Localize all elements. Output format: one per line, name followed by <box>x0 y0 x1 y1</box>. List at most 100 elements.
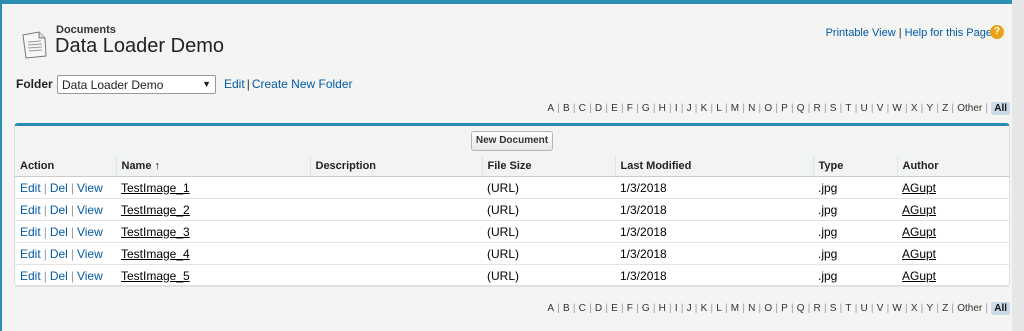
alphabet-filter-j[interactable]: J <box>687 103 692 114</box>
alphabet-filter-g[interactable]: G <box>642 103 650 114</box>
printable-view-link[interactable]: Printable View <box>826 27 896 39</box>
document-name-link[interactable]: TestImage_5 <box>121 269 190 283</box>
alphabet-filter-x[interactable]: X <box>911 303 918 314</box>
alphabet-filter-g[interactable]: G <box>642 303 650 314</box>
alphabet-filter-p[interactable]: P <box>781 303 788 314</box>
alphabet-filter-y[interactable]: Y <box>926 103 933 114</box>
alphabet-filter-o[interactable]: O <box>764 103 772 114</box>
alphabet-filter-r[interactable]: R <box>814 303 821 314</box>
view-link[interactable]: View <box>77 269 103 283</box>
author-link[interactable]: AGupt <box>902 203 936 217</box>
document-name-link[interactable]: TestImage_2 <box>121 203 190 217</box>
alphabet-filter-m[interactable]: M <box>731 103 739 114</box>
alphabet-filter-y[interactable]: Y <box>926 303 933 314</box>
alphabet-filter-w[interactable]: W <box>892 103 901 114</box>
alphabet-filter-a[interactable]: A <box>547 103 554 114</box>
column-header-name[interactable]: Name ↑ <box>116 156 311 177</box>
alphabet-filter-x[interactable]: X <box>911 103 918 114</box>
alphabet-filter-t[interactable]: T <box>845 103 851 114</box>
alphabet-filter-s[interactable]: S <box>830 103 837 114</box>
document-name-link[interactable]: TestImage_3 <box>121 225 190 239</box>
column-header-description[interactable]: Description <box>310 156 483 177</box>
author-link[interactable]: AGupt <box>902 269 936 283</box>
letter-separator: | <box>680 103 684 114</box>
delete-link[interactable]: Del <box>50 269 68 283</box>
alphabet-filter-l[interactable]: L <box>716 303 722 314</box>
view-link[interactable]: View <box>77 225 103 239</box>
edit-link[interactable]: Edit <box>20 247 41 261</box>
document-name-link[interactable]: TestImage_1 <box>121 181 190 195</box>
alphabet-filter-u[interactable]: U <box>861 103 868 114</box>
alphabet-filter-v[interactable]: V <box>877 303 884 314</box>
create-folder-link[interactable]: Create New Folder <box>252 77 353 91</box>
alphabet-filter-q[interactable]: Q <box>797 103 805 114</box>
delete-link[interactable]: Del <box>50 247 68 261</box>
alphabet-filter-all[interactable]: All <box>991 302 1010 315</box>
alphabet-filter-o[interactable]: O <box>764 303 772 314</box>
alphabet-filter-c[interactable]: C <box>579 303 586 314</box>
edit-folder-link[interactable]: Edit <box>224 77 245 91</box>
view-link[interactable]: View <box>77 203 103 217</box>
delete-link[interactable]: Del <box>50 225 68 239</box>
alphabet-filter-k[interactable]: K <box>701 303 708 314</box>
alphabet-filter-v[interactable]: V <box>877 103 884 114</box>
alphabet-filter-d[interactable]: D <box>595 303 602 314</box>
alphabet-filter-h[interactable]: H <box>659 303 666 314</box>
alphabet-filter-d[interactable]: D <box>595 103 602 114</box>
help-icon[interactable]: ? <box>990 25 1004 39</box>
alphabet-filter-i[interactable]: I <box>675 103 678 114</box>
edit-link[interactable]: Edit <box>20 181 41 195</box>
alphabet-filter-z[interactable]: Z <box>942 103 948 114</box>
author-link[interactable]: AGupt <box>902 181 936 195</box>
folder-select[interactable]: Data Loader Demo ▼ <box>57 75 216 94</box>
alphabet-filter-a[interactable]: A <box>547 303 554 314</box>
help-link[interactable]: Help for this Page <box>905 27 992 39</box>
alphabet-filter-b[interactable]: B <box>563 303 570 314</box>
edit-link[interactable]: Edit <box>20 269 41 283</box>
alphabet-filter-w[interactable]: W <box>892 303 901 314</box>
alphabet-filter-e[interactable]: E <box>611 103 618 114</box>
alphabet-filter-t[interactable]: T <box>845 303 851 314</box>
alphabet-filter-j[interactable]: J <box>687 303 692 314</box>
column-header-type[interactable]: Type <box>813 156 898 177</box>
alphabet-filter-f[interactable]: F <box>627 103 633 114</box>
column-header-last-modified[interactable]: Last Modified <box>615 156 814 177</box>
new-document-button[interactable]: New Document <box>471 131 553 151</box>
alphabet-filter-all[interactable]: All <box>991 102 1010 115</box>
alphabet-filter-n[interactable]: N <box>748 303 755 314</box>
edit-link[interactable]: Edit <box>20 203 41 217</box>
alphabet-filter-u[interactable]: U <box>861 303 868 314</box>
alphabet-filter-q[interactable]: Q <box>797 303 805 314</box>
table-row: Edit | Del | View TestImage_4 (URL) 1/3/2018 .jp… <box>15 242 1009 265</box>
document-name-link[interactable]: TestImage_4 <box>121 247 190 261</box>
alphabet-filter-p[interactable]: P <box>781 103 788 114</box>
letter-separator: | <box>886 103 890 114</box>
author-link[interactable]: AGupt <box>902 225 936 239</box>
alphabet-filter-b[interactable]: B <box>563 103 570 114</box>
alphabet-filter-z[interactable]: Z <box>942 303 948 314</box>
delete-link[interactable]: Del <box>50 203 68 217</box>
author-link[interactable]: AGupt <box>902 247 936 261</box>
alphabet-filter-h[interactable]: H <box>659 103 666 114</box>
alphabet-filter-f[interactable]: F <box>627 303 633 314</box>
column-header-author[interactable]: Author <box>897 156 1009 177</box>
delete-link[interactable]: Del <box>50 181 68 195</box>
view-link[interactable]: View <box>77 247 103 261</box>
letter-separator: | <box>605 103 608 114</box>
alphabet-filter-c[interactable]: C <box>579 103 586 114</box>
left-accent-bar <box>0 0 2 331</box>
alphabet-filter-other[interactable]: Other <box>957 303 982 314</box>
alphabet-filter-k[interactable]: K <box>701 103 708 114</box>
alphabet-filter-i[interactable]: I <box>675 303 678 314</box>
alphabet-filter-other[interactable]: Other <box>957 103 982 114</box>
alphabet-filter-m[interactable]: M <box>731 303 739 314</box>
view-link[interactable]: View <box>77 181 103 195</box>
scrollbar[interactable] <box>1012 0 1024 331</box>
alphabet-filter-l[interactable]: L <box>716 103 722 114</box>
alphabet-filter-e[interactable]: E <box>611 303 618 314</box>
alphabet-filter-r[interactable]: R <box>814 103 821 114</box>
edit-link[interactable]: Edit <box>20 225 41 239</box>
column-header-file-size[interactable]: File Size <box>482 156 616 177</box>
alphabet-filter-s[interactable]: S <box>830 303 837 314</box>
alphabet-filter-n[interactable]: N <box>748 103 755 114</box>
